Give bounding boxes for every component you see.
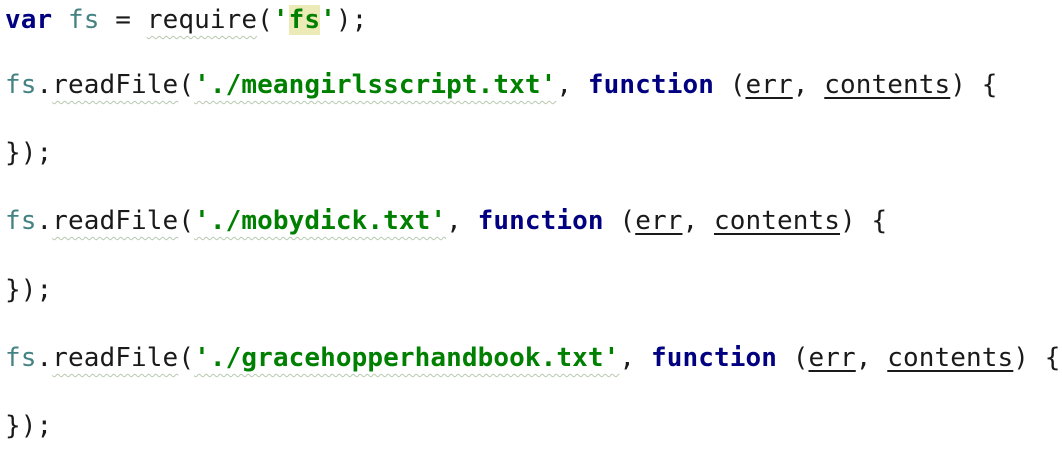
open-paren: ( — [178, 343, 195, 373]
variable-fs: fs — [68, 5, 100, 35]
method-readfile: readFile — [52, 70, 179, 100]
code-line-1[interactable]: var fs = require('fs'); — [5, 0, 367, 40]
path-string: './meangirlsscript.txt' — [194, 70, 557, 100]
param-contents: contents — [713, 206, 841, 236]
open-paren: ( — [178, 206, 195, 236]
code-line-2[interactable]: fs.readFile('./meangirlsscript.txt', fun… — [5, 65, 998, 105]
params-open: ( — [713, 70, 746, 100]
object-fs: fs — [5, 206, 37, 236]
code-line-4[interactable]: fs.readFile('./mobydick.txt', function (… — [5, 201, 887, 241]
string-quote-open: ' — [272, 5, 289, 35]
method-readfile: readFile — [52, 206, 179, 236]
require-call: require — [146, 5, 258, 35]
dot-operator: . — [36, 70, 53, 100]
param-separator: , — [682, 206, 714, 236]
method-readfile: readFile — [52, 343, 179, 373]
param-err: err — [635, 206, 683, 236]
param-separator: , — [792, 70, 825, 100]
param-err: err — [808, 343, 856, 373]
object-fs: fs — [5, 343, 37, 373]
params-close-brace: ) { — [840, 206, 888, 236]
param-contents: contents — [887, 343, 1014, 373]
params-close-brace: ) { — [1013, 343, 1061, 373]
closing-brace: }); — [5, 138, 53, 168]
path-string: './gracehopperhandbook.txt' — [194, 343, 620, 373]
open-paren: ( — [257, 5, 273, 35]
code-line-6[interactable]: fs.readFile('./gracehopperhandbook.txt',… — [5, 338, 1061, 378]
comma: , — [446, 206, 478, 236]
code-editor[interactable]: var fs = require('fs'); fs.readFile('./m… — [0, 0, 1062, 450]
param-err: err — [745, 70, 793, 100]
params-close-brace: ) { — [950, 70, 998, 100]
closing-brace: }); — [5, 411, 53, 441]
comma: , — [556, 70, 588, 100]
params-open: ( — [776, 343, 809, 373]
keyword-function: function — [477, 206, 604, 236]
assign-operator: = — [99, 5, 147, 35]
code-line-3[interactable]: }); — [5, 133, 52, 173]
keyword-var: var — [5, 5, 53, 35]
param-separator: , — [855, 343, 888, 373]
comma: , — [619, 343, 651, 373]
module-name-string: fs — [288, 5, 321, 35]
path-string: './mobydick.txt' — [194, 206, 447, 236]
param-contents: contents — [824, 70, 951, 100]
code-line-7[interactable]: }); — [5, 406, 52, 446]
object-fs: fs — [5, 70, 37, 100]
dot-operator: . — [36, 343, 53, 373]
string-quote-close: ' — [320, 5, 336, 35]
keyword-function: function — [650, 343, 777, 373]
closing-brace: }); — [5, 275, 53, 305]
code-line-5[interactable]: }); — [5, 270, 52, 310]
keyword-function: function — [587, 70, 714, 100]
dot-operator: . — [36, 206, 53, 236]
params-open: ( — [603, 206, 636, 236]
close-paren-semicolon: ); — [335, 5, 368, 35]
open-paren: ( — [178, 70, 195, 100]
